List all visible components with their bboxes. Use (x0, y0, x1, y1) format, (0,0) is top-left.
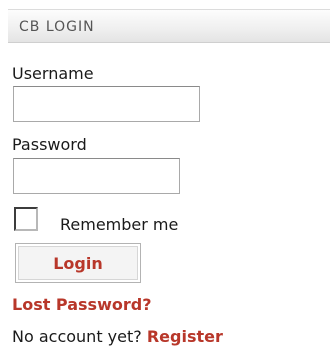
login-button[interactable]: Login (15, 243, 141, 283)
remember-me-label: Remember me (60, 215, 179, 234)
module-header: CB LOGIN (8, 9, 330, 43)
password-label: Password (12, 135, 87, 154)
no-account-prompt: No account yet? Register (12, 327, 223, 346)
module-title: CB LOGIN (19, 19, 95, 35)
no-account-text: No account yet? (12, 327, 142, 346)
cb-login-module: CB LOGIN Username Password Remember me L… (8, 0, 330, 351)
register-link[interactable]: Register (147, 327, 223, 346)
username-label: Username (12, 64, 94, 83)
password-input[interactable] (13, 158, 180, 194)
username-input[interactable] (13, 86, 200, 122)
remember-me-checkbox[interactable] (14, 207, 38, 231)
lost-password-link[interactable]: Lost Password? (12, 295, 151, 314)
